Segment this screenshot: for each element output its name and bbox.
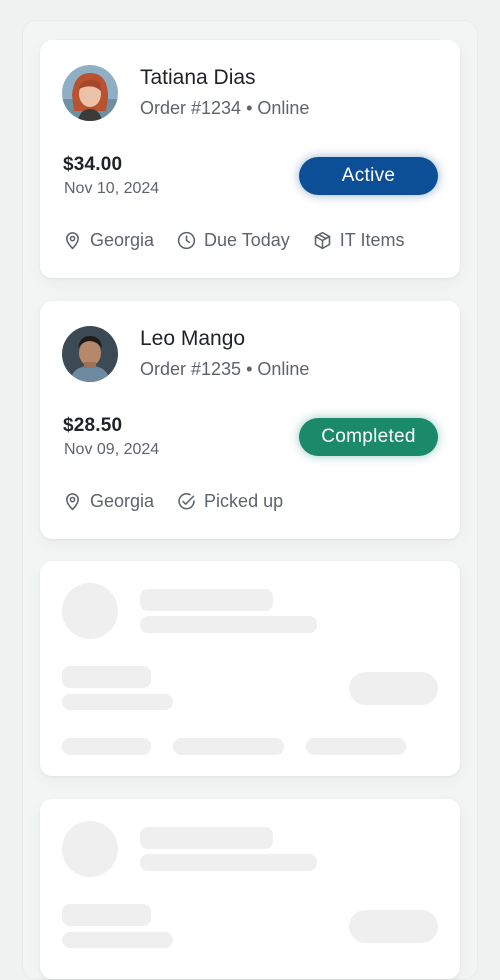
meta-pickup: Picked up [176,491,283,512]
order-card-skeleton [40,799,460,979]
order-price: $34.00 [63,154,123,175]
order-line: Order #1235 • Online [140,359,310,379]
skeleton-badge [349,910,438,943]
meta-label: Georgia [90,491,155,511]
package-icon [314,231,331,250]
skeleton-line [62,666,151,688]
skeleton-line [62,738,151,755]
skeleton-line [140,854,317,871]
order-card[interactable]: Tatiana Dias Order #1234 • Online $34.00… [40,40,460,278]
customer-name: Tatiana Dias [140,66,256,89]
skeleton-line [62,932,173,948]
order-card[interactable]: Leo Mango Order #1235 • Online $28.50 No… [40,301,460,539]
meta-category: IT Items [312,230,405,251]
meta-label: Due Today [204,230,290,250]
avatar [62,326,118,382]
order-date: Nov 09, 2024 [64,441,160,458]
meta-due: Due Today [176,230,290,251]
meta-location: Georgia [62,230,154,251]
order-meta: Georgia Due Today IT Items [62,230,426,251]
order-price: $28.50 [63,415,123,436]
meta-label: Picked up [204,491,284,511]
skeleton-avatar [62,583,118,639]
skeleton-line [140,616,317,633]
order-line: Order #1234 • Online [140,98,310,118]
location-pin-icon [66,493,79,511]
skeleton-line [173,738,284,755]
skeleton-line [62,694,173,710]
status-badge[interactable]: Active [299,157,438,195]
order-card-skeleton [40,561,460,776]
skeleton-avatar [62,821,118,877]
meta-label: IT Items [339,230,405,250]
skeleton-line [62,904,151,926]
status-badge[interactable]: Completed [299,418,438,456]
skeleton-line [140,589,273,611]
order-date: Nov 10, 2024 [64,180,160,197]
meta-label: Georgia [90,230,155,250]
order-meta: Georgia Picked up [62,491,305,512]
avatar [62,65,118,121]
check-circle-icon [178,493,195,510]
skeleton-line [140,827,273,849]
customer-name: Leo Mango [140,327,246,350]
meta-location: Georgia [62,491,154,512]
clock-icon [177,231,196,250]
skeleton-line [306,738,406,755]
location-pin-icon [66,232,79,250]
skeleton-badge [349,672,438,705]
